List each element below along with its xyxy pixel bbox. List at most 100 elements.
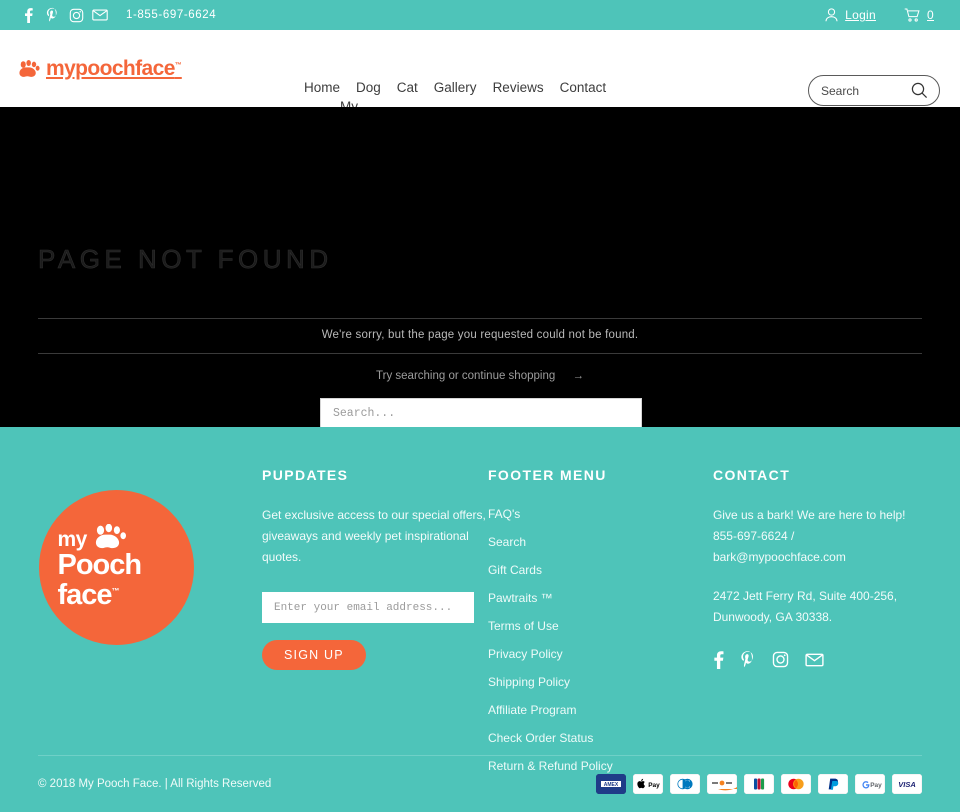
- badge-my-text: my: [57, 528, 88, 552]
- footer-link-check-order-status[interactable]: Check Order Status: [488, 731, 593, 745]
- nav-item-dog[interactable]: Dog: [348, 78, 389, 97]
- instagram-icon[interactable]: [64, 3, 88, 27]
- copyright-text: © 2018 My Pooch Face. | All Rights Reser…: [38, 778, 272, 790]
- error-search-input[interactable]: [333, 407, 629, 420]
- sign-up-button[interactable]: SIGN UP: [261, 640, 366, 670]
- amex-icon: AMEX: [596, 774, 626, 794]
- nav-item-gallery[interactable]: Gallery: [426, 78, 485, 97]
- cart-count: 0: [927, 8, 934, 22]
- pupdates-heading: PUPDATES: [261, 467, 349, 483]
- svg-text:Pay: Pay: [870, 782, 882, 789]
- paypal-icon: [818, 774, 848, 794]
- visa-icon: VISA: [892, 774, 922, 794]
- footer-menu-column: FOOTER MENU FAQ's Search Gift Cards Pawt…: [488, 467, 713, 785]
- footer-menu-heading: FOOTER MENU: [487, 467, 607, 483]
- list-item: Check Order Status: [488, 729, 713, 747]
- email-glyph: [805, 653, 824, 667]
- pupdates-body: Get exclusive access to our special offe…: [261, 508, 486, 564]
- footer-link-gift-cards[interactable]: Gift Cards: [488, 563, 542, 577]
- svg-text:Pay: Pay: [648, 782, 660, 789]
- continue-shopping-link[interactable]: Try searching or continue shopping →: [0, 370, 960, 382]
- footer-bottom-bar: © 2018 My Pooch Face. | All Rights Reser…: [38, 756, 922, 812]
- page-not-found-section: PAGE NOT FOUND We're sorry, but the page…: [0, 107, 960, 429]
- footer-link-pawtraits[interactable]: Pawtraits ™: [488, 591, 553, 605]
- list-item: FAQ's: [488, 505, 713, 523]
- list-item: Search: [488, 533, 713, 551]
- footer-link-affiliate-program[interactable]: Affiliate Program: [488, 703, 576, 717]
- user-icon: [825, 8, 838, 22]
- continue-shopping-label: Try searching or continue shopping: [376, 370, 556, 382]
- footer-link-search[interactable]: Search: [488, 535, 526, 549]
- list-item: Pawtraits ™: [488, 589, 713, 607]
- search-icon[interactable]: [911, 82, 928, 99]
- footer-link-shipping-policy[interactable]: Shipping Policy: [488, 675, 570, 689]
- facebook-icon[interactable]: [16, 3, 40, 27]
- list-item: Affiliate Program: [488, 701, 713, 719]
- email-icon[interactable]: [88, 3, 112, 27]
- email-icon[interactable]: [805, 653, 824, 667]
- pinterest-glyph: [740, 650, 756, 669]
- login-button[interactable]: Login: [825, 8, 876, 22]
- cart-icon: [904, 8, 920, 22]
- site-footer: my Pooch face™ PUPDATES Get exclusive ac…: [0, 427, 960, 812]
- nav-item-home[interactable]: Home: [296, 78, 348, 97]
- jcb-icon: [744, 774, 774, 794]
- list-item: Gift Cards: [488, 561, 713, 579]
- mastercard-icon: [781, 774, 811, 794]
- site-header: mypoochface™ Home Dog Cat Gallery Review…: [0, 30, 960, 133]
- list-item: Privacy Policy: [488, 645, 713, 663]
- facebook-icon[interactable]: [713, 650, 724, 669]
- login-label: Login: [845, 8, 877, 22]
- footer-link-terms-of-use[interactable]: Terms of Use: [488, 619, 559, 633]
- top-bar-social-group: 1-855-697-6624: [16, 3, 216, 27]
- contact-address: 2472 Jett Ferry Rd, Suite 400-256, Dunwo…: [712, 589, 898, 624]
- divider-top: [38, 318, 922, 319]
- footer-link-privacy-policy[interactable]: Privacy Policy: [488, 647, 563, 661]
- email-field[interactable]: [261, 592, 474, 623]
- cart-button[interactable]: 0: [904, 8, 934, 22]
- pinterest-icon[interactable]: [40, 3, 64, 27]
- top-bar-actions: Login 0: [825, 8, 944, 22]
- error-search-box[interactable]: [320, 398, 642, 429]
- contact-help-text: Give us a bark! We are here to help! 855…: [712, 508, 906, 564]
- svg-text:VISA: VISA: [898, 780, 916, 789]
- footer-link-faqs[interactable]: FAQ's: [488, 507, 520, 521]
- logo-text: mypoochface™: [46, 57, 182, 80]
- paw-print-icon: [18, 59, 40, 78]
- site-logo[interactable]: mypoochface™: [18, 58, 182, 79]
- top-bar: 1-855-697-6624 Login 0: [0, 0, 960, 30]
- instagram-icon[interactable]: [772, 651, 789, 668]
- contact-column: CONTACT Give us a bark! We are here to h…: [713, 467, 922, 785]
- error-message: We're sorry, but the page you requested …: [321, 329, 639, 341]
- footer-social-group: [713, 650, 922, 669]
- page-title: PAGE NOT FOUND: [38, 244, 333, 275]
- diners-club-icon: [670, 774, 700, 794]
- arrow-right-icon: →: [572, 370, 584, 382]
- divider-bottom: [38, 353, 922, 354]
- pinterest-icon[interactable]: [740, 650, 756, 669]
- google-pay-icon: Pay: [855, 774, 885, 794]
- search-input[interactable]: [821, 83, 911, 98]
- list-item: Shipping Policy: [488, 673, 713, 691]
- apple-pay-icon: Pay: [633, 774, 663, 794]
- footer-columns: my Pooch face™ PUPDATES Get exclusive ac…: [38, 427, 922, 785]
- nav-item-cat[interactable]: Cat: [389, 78, 426, 97]
- facebook-glyph: [713, 650, 724, 669]
- nav-item-reviews[interactable]: Reviews: [485, 78, 552, 97]
- list-item: Terms of Use: [488, 617, 713, 635]
- contact-heading: CONTACT: [712, 467, 791, 483]
- payment-methods: AMEX Pay Pay VISA: [596, 774, 922, 794]
- badge-face-text: face™: [57, 579, 120, 611]
- nav-item-contact[interactable]: Contact: [552, 78, 615, 97]
- footer-menu-list: FAQ's Search Gift Cards Pawtraits ™ Term…: [488, 505, 713, 775]
- footer-logo-column: my Pooch face™: [38, 467, 262, 785]
- svg-text:AMEX: AMEX: [604, 782, 619, 788]
- pupdates-column: PUPDATES Get exclusive access to our spe…: [261, 467, 488, 785]
- instagram-glyph: [772, 651, 789, 668]
- discover-icon: [707, 774, 737, 794]
- phone-number[interactable]: 1-855-697-6624: [126, 9, 216, 21]
- header-search[interactable]: [808, 75, 940, 106]
- footer-logo-badge[interactable]: my Pooch face™: [39, 490, 194, 645]
- badge-pooch-text: Pooch: [57, 549, 143, 582]
